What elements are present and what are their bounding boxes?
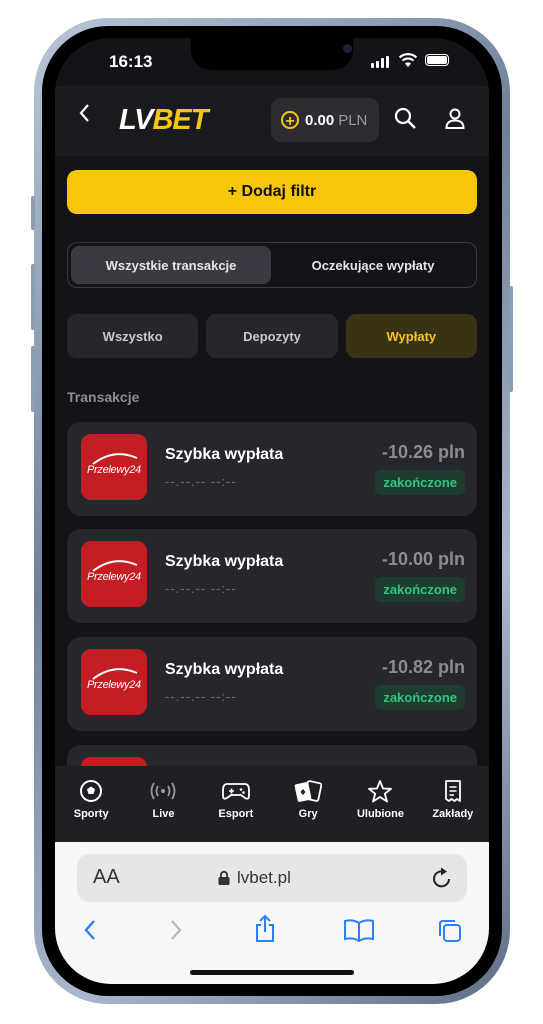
transaction-item[interactable]: Przelewy24 Szybka wypłata --.--.-- --:--…	[67, 422, 477, 516]
przelewy24-logo-text: Przelewy24	[87, 571, 141, 583]
transaction-item[interactable]: Przelewy24 Szybka wypłata --.--.-- --:--…	[67, 637, 477, 731]
url-text: lvbet.pl	[237, 868, 291, 887]
tab-pending-withdrawals[interactable]: Oczekujące wypłaty	[273, 246, 473, 284]
chip-all[interactable]: Wszystko	[67, 314, 199, 358]
nav-zaklady[interactable]: Zakłady	[417, 766, 489, 842]
transaction-item[interactable]: Przelewy24 Szybka wypłata --.--.-- --:--…	[67, 529, 477, 623]
dynamic-notch	[191, 38, 353, 70]
gamepad-icon	[221, 783, 250, 800]
address-bar[interactable]: AA lvbet.pl	[77, 854, 467, 902]
nav-esport[interactable]: Esport	[200, 766, 272, 842]
transaction-amount: -10.00 pln	[381, 549, 465, 569]
tab-all-transactions[interactable]: Wszystkie transakcje	[71, 246, 271, 284]
browser-forward-button[interactable]	[169, 918, 183, 947]
status-time: 16:13	[109, 52, 153, 71]
volume-up-button	[31, 264, 35, 330]
receipt-icon	[444, 780, 461, 802]
browser-toolbar: AA lvbet.pl	[55, 842, 489, 984]
nav-label: Gry	[298, 808, 318, 820]
power-button	[509, 286, 513, 392]
section-title: Transakcje	[67, 389, 140, 405]
camera-icon	[343, 44, 352, 53]
chip-withdrawals[interactable]: Wypłaty	[345, 314, 477, 358]
app-header: LVBET + 0.00 PLN	[55, 86, 489, 156]
volume-down-button	[31, 346, 35, 412]
przelewy24-logo: Przelewy24	[81, 434, 147, 500]
status-badge: zakończone	[375, 685, 465, 710]
type-filter-chips: Wszystko Depozyty Wypłaty	[67, 314, 477, 358]
cellular-signal-icon	[371, 56, 389, 68]
logo-bet: BET	[152, 104, 208, 136]
bookmarks-button[interactable]	[343, 918, 375, 947]
star-icon	[368, 780, 393, 803]
browser-tools	[55, 912, 489, 956]
browser-back-button[interactable]	[83, 918, 97, 947]
screen: 16:13 LVBET + 0.00 PLN + Dodaj filtr Wsz…	[55, 38, 489, 984]
lvbet-logo[interactable]: LVBET	[119, 104, 208, 137]
tabs-icon	[439, 920, 461, 942]
transaction-date: --.--.-- --:--	[165, 474, 237, 489]
transaction-title: Szybka wypłata	[165, 553, 284, 570]
nav-ulubione[interactable]: Ulubione	[344, 766, 416, 842]
chevron-left-icon	[84, 920, 95, 940]
balance-amount: 0.00	[305, 111, 335, 129]
status-badge: zakończone	[375, 470, 465, 495]
status-badge: zakończone	[375, 577, 465, 602]
wifi-icon	[398, 53, 418, 67]
soccer-ball-icon	[80, 780, 103, 802]
mute-switch	[31, 196, 35, 230]
przelewy24-logo-text: Przelewy24	[87, 679, 141, 691]
user-icon[interactable]	[443, 106, 467, 130]
book-icon	[344, 919, 374, 943]
tabs-button[interactable]	[437, 918, 463, 949]
nav-label: Sporty	[73, 808, 109, 820]
home-indicator	[190, 970, 354, 975]
share-icon	[256, 914, 274, 942]
search-icon[interactable]	[393, 106, 417, 130]
transaction-title: Szybka wypłata	[165, 446, 284, 463]
balance-button[interactable]: + 0.00 PLN	[271, 98, 379, 142]
transaction-date: --.--.-- --:--	[165, 581, 237, 596]
chevron-right-icon	[171, 920, 182, 940]
chevron-left-icon	[79, 104, 89, 122]
przelewy24-logo: Przelewy24	[81, 541, 147, 607]
nav-gry[interactable]: Gry	[272, 766, 344, 842]
balance-currency: PLN	[338, 111, 368, 129]
chip-deposits[interactable]: Depozyty	[206, 314, 338, 358]
add-filter-button[interactable]: + Dodaj filtr	[67, 170, 477, 214]
cards-icon	[294, 780, 323, 802]
przelewy24-logo-text: Przelewy24	[87, 464, 141, 476]
nav-label: Ulubione	[356, 808, 404, 820]
nav-label: Esport	[218, 808, 254, 820]
bottom-navigation: Sporty Live Esport Gry Ulubione Zakłady	[55, 766, 489, 842]
reload-icon[interactable]	[431, 866, 453, 890]
nav-label: Zakłady	[432, 808, 474, 820]
przelewy24-logo: Przelewy24	[81, 649, 147, 715]
reader-settings-button[interactable]: AA	[93, 866, 120, 889]
transaction-amount: -10.26 pln	[381, 442, 465, 462]
nav-sporty[interactable]: Sporty	[55, 766, 127, 842]
broadcast-icon	[151, 782, 176, 800]
share-button[interactable]	[253, 914, 277, 949]
logo-lv: LV	[119, 104, 153, 136]
transaction-segment-control: Wszystkie transakcje Oczekujące wypłaty	[67, 242, 477, 288]
back-button[interactable]	[77, 102, 91, 131]
add-funds-icon: +	[281, 111, 299, 130]
transactions-page: + Dodaj filtr Wszystkie transakcje Oczek…	[55, 156, 489, 839]
transaction-amount: -10.82 pln	[381, 657, 465, 677]
battery-icon	[425, 54, 449, 66]
transaction-date: --.--.-- --:--	[165, 689, 237, 704]
nav-label: Live	[152, 808, 175, 820]
transaction-title: Szybka wypłata	[165, 661, 284, 678]
lock-icon	[218, 870, 230, 885]
nav-live[interactable]: Live	[127, 766, 199, 842]
status-bar: 16:13	[55, 38, 489, 86]
aa-label: AA	[93, 866, 120, 888]
